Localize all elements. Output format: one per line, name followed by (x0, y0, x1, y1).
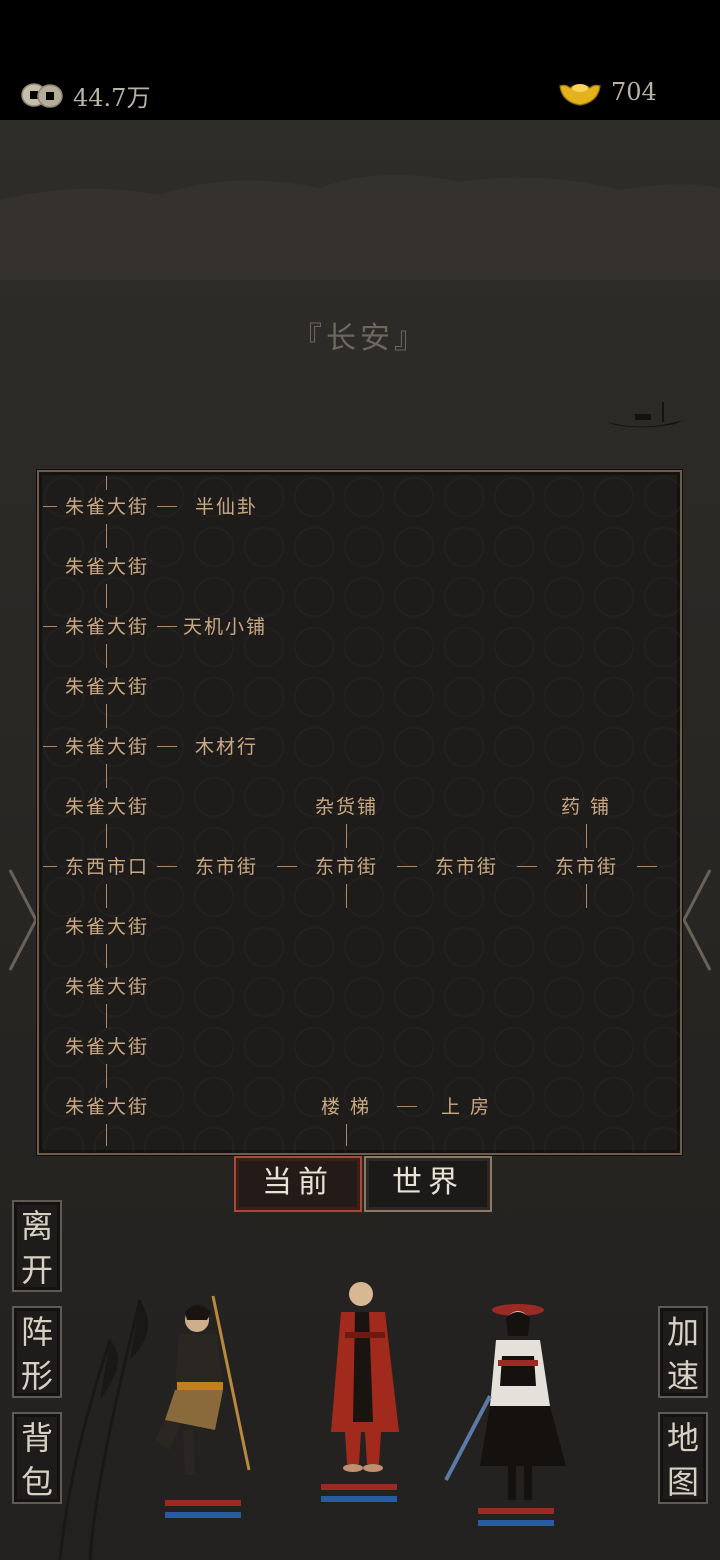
map-node-east-street-2[interactable]: 东市街 (315, 852, 378, 879)
ingots-value: 704 (611, 78, 657, 106)
map-node-east-street-3[interactable]: 东市街 (435, 852, 498, 879)
map-node-east-street-1[interactable]: 东市街 (195, 852, 258, 879)
hero2-mp-bar (321, 1496, 397, 1502)
coins-value: 44.7万 (73, 84, 151, 112)
map-node-upper-room[interactable]: 上 房 (441, 1092, 491, 1119)
hero3-mp-bar (478, 1520, 554, 1526)
map-node-tianji-shop[interactable]: 天机小铺 (183, 612, 267, 639)
map-node-zhuque-10[interactable]: 朱雀大街 (65, 1092, 149, 1119)
leave-button[interactable]: 离开 (12, 1200, 62, 1292)
right-arrow-icon[interactable] (682, 865, 712, 975)
map-node-zhuque-6[interactable]: 朱雀大街 (65, 792, 149, 819)
city-title: 『长安』 (292, 321, 428, 356)
map-node-zhuque-8[interactable]: 朱雀大街 (65, 972, 149, 999)
map-node-zhuque-4[interactable]: 朱雀大街 (65, 672, 149, 699)
hero2-hp-bar (321, 1484, 397, 1490)
map-node-zhuque-5[interactable]: 朱雀大街 (65, 732, 149, 759)
hero3-hp-bar (478, 1508, 554, 1514)
map-node-stairs[interactable]: 楼 梯 (321, 1092, 371, 1119)
map-node-zhuque-7[interactable]: 朱雀大街 (65, 912, 149, 939)
map-node-zhuque-3[interactable]: 朱雀大街 (65, 612, 149, 639)
hero1-mp-bar (165, 1512, 241, 1518)
map-node-zhuque-9[interactable]: 朱雀大街 (65, 1032, 149, 1059)
top-resource-bar: 44.7万 704 (0, 0, 720, 120)
monk-character[interactable] (315, 1272, 415, 1482)
area-map-panel: 朱雀大街 半仙卦 朱雀大街 朱雀大街 天机小铺 朱雀大街 朱雀大街 木材行 朱雀… (37, 470, 682, 1155)
coin-icon (21, 83, 63, 108)
mountain-silhouette (0, 174, 720, 280)
map-node-east-street-4[interactable]: 东市街 (555, 852, 618, 879)
left-arrow-icon[interactable] (8, 865, 38, 975)
hero1-hp-bar (165, 1500, 241, 1506)
map-node-pharmacy[interactable]: 药 铺 (561, 792, 611, 819)
map-node-banxiangua[interactable]: 半仙卦 (195, 492, 258, 519)
map-node-zhuque-1[interactable]: 朱雀大街 (65, 492, 149, 519)
map-node-zhuque-2[interactable]: 朱雀大街 (65, 552, 149, 579)
map-node-market-junction[interactable]: 东西市口 (65, 852, 149, 879)
map-button[interactable]: 地图 (658, 1412, 708, 1504)
ingot-icon (559, 84, 601, 106)
speed-button[interactable]: 加速 (658, 1306, 708, 1398)
swordswoman-character[interactable] (440, 1296, 570, 1506)
tab-current[interactable]: 当前 (234, 1156, 362, 1212)
tab-world[interactable]: 世界 (364, 1156, 492, 1212)
map-node-timber[interactable]: 木材行 (195, 732, 258, 759)
hero-character-staff[interactable] (145, 1290, 255, 1490)
boat-decoration (607, 402, 683, 428)
map-node-grocery[interactable]: 杂货铺 (315, 792, 378, 819)
